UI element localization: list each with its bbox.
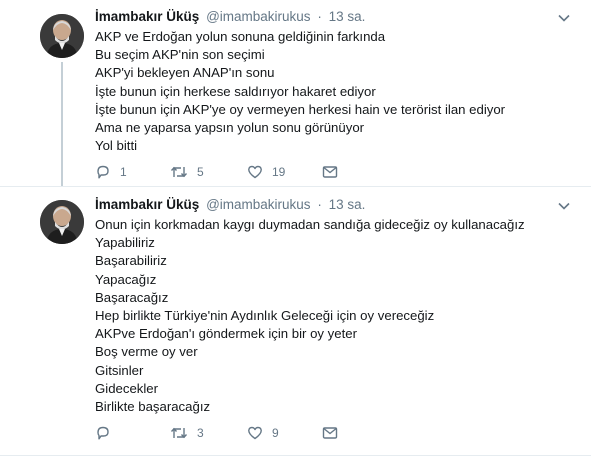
user-handle[interactable]: @imambakirukus xyxy=(206,197,310,212)
retweet-button[interactable]: 5 xyxy=(170,164,204,180)
tweet-line: Boş verme oy ver xyxy=(95,344,198,360)
direct-message-icon xyxy=(322,427,338,439)
reply-button[interactable]: 1 xyxy=(95,164,127,180)
chevron-down-icon[interactable] xyxy=(557,199,571,213)
tweet-text: Onun için korkmadan kaygı duymadan sandı… xyxy=(95,216,525,416)
like-count: 19 xyxy=(272,165,286,179)
tweet[interactable]: İmambakır Üküş @imambakirukus · 13 sa. O… xyxy=(0,187,591,458)
display-name[interactable]: İmambakır Üküş xyxy=(95,197,199,212)
avatar[interactable] xyxy=(40,200,84,244)
heart-icon xyxy=(248,426,262,440)
tweet[interactable]: İmambakır Üküş @imambakirukus · 13 sa. A… xyxy=(0,0,591,186)
retweet-count: 5 xyxy=(197,165,204,179)
tweet-line: İşte bunun için AKP'ye oy vermeyen herke… xyxy=(95,101,506,117)
tweet-line: AKP ve Erdoğan yolun sonuna geldiğinin f… xyxy=(95,29,386,44)
direct-message-button[interactable] xyxy=(322,425,338,441)
retweet-icon xyxy=(170,427,188,439)
tweet-line: Ama ne yaparsa yapsın yolun sonu görünüy… xyxy=(95,119,365,135)
tweet-line: AKP'yi bekleyen ANAP'ın sonu xyxy=(95,65,275,81)
tweet-line: Onun için korkmadan kaygı duymadan sandı… xyxy=(95,217,525,232)
separator-dot: · xyxy=(317,9,322,24)
tweet-line: Yol bitti xyxy=(95,138,138,154)
tweet-line: Gitsinler xyxy=(95,362,144,378)
tweet-line: Başaracağız xyxy=(95,289,169,305)
tweet-line: İşte bunun için herkese saldırıyor hakar… xyxy=(95,83,376,99)
tweet-text: AKP ve Erdoğan yolun sonuna geldiğinin f… xyxy=(95,28,505,155)
tweet-line: AKPve Erdoğan'ı göndermek için bir oy ye… xyxy=(95,326,358,342)
retweet-icon xyxy=(170,166,188,178)
tweet-line: Birlikte başaracağız xyxy=(95,398,211,414)
tweet-line: Başarabiliriz xyxy=(95,253,167,269)
like-button[interactable]: 19 xyxy=(247,164,285,180)
user-handle[interactable]: @imambakirukus xyxy=(206,9,310,24)
tweet-actions: 1 5 19 xyxy=(95,164,355,182)
heart-icon xyxy=(248,165,262,179)
separator-dot: · xyxy=(317,197,322,212)
retweet-button[interactable]: 3 xyxy=(170,425,204,441)
chevron-down-icon[interactable] xyxy=(557,11,571,25)
tweet-line: Hep birlikte Türkiye'nin Aydınlık Gelece… xyxy=(95,307,435,323)
like-count: 9 xyxy=(272,426,279,440)
reply-button[interactable] xyxy=(95,425,120,441)
direct-message-button[interactable] xyxy=(322,164,338,180)
tweet-divider xyxy=(0,455,591,456)
tweet-actions: 3 9 xyxy=(95,425,355,443)
timestamp[interactable]: 13 sa. xyxy=(329,9,366,24)
retweet-count: 3 xyxy=(197,426,204,440)
tweet-header: İmambakır Üküş @imambakirukus · 13 sa. xyxy=(95,9,365,27)
avatar[interactable] xyxy=(40,14,84,58)
display-name[interactable]: İmambakır Üküş xyxy=(95,9,199,24)
tweet-line: Bu seçim AKP'nin son seçimi xyxy=(95,47,265,63)
tweet-line: Yapabiliriz xyxy=(95,235,155,251)
direct-message-icon xyxy=(322,166,338,178)
tweet-line: Yapacağız xyxy=(95,271,157,287)
timestamp[interactable]: 13 sa. xyxy=(329,197,366,212)
tweet-header: İmambakır Üküş @imambakirukus · 13 sa. xyxy=(95,197,365,215)
like-button[interactable]: 9 xyxy=(247,425,279,441)
tweet-line: Gidecekler xyxy=(95,380,159,396)
reply-icon xyxy=(97,165,109,179)
reply-count: 1 xyxy=(120,165,127,179)
reply-icon xyxy=(97,426,109,440)
